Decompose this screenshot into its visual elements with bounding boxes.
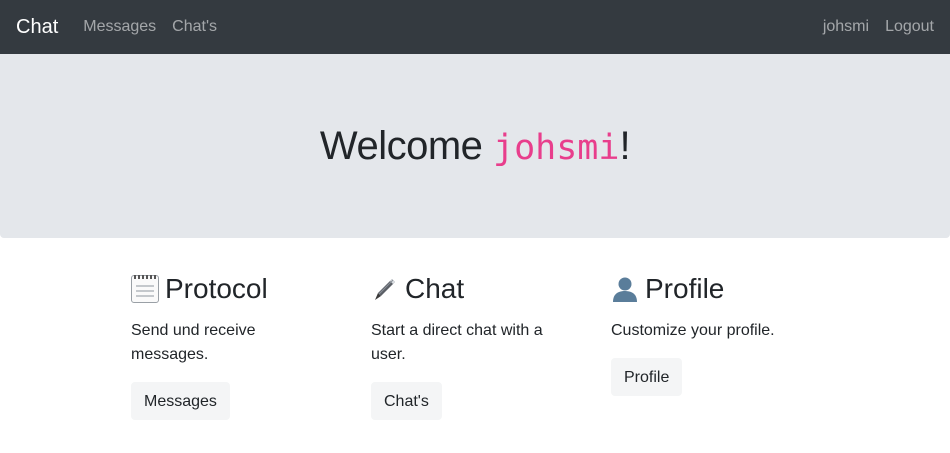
pen-icon <box>371 275 399 303</box>
card-title: Chat <box>371 271 611 307</box>
welcome-prefix: Welcome <box>319 123 494 168</box>
navbar: Chat Messages Chat's johsmi Logout <box>0 0 950 54</box>
card-title: Profile <box>611 271 851 307</box>
card-chat: Chat Start a direct chat with a user. Ch… <box>371 271 611 420</box>
notepad-icon <box>131 275 159 303</box>
card-profile: Profile Customize your profile. Profile <box>611 271 851 420</box>
profile-button[interactable]: Profile <box>611 358 683 396</box>
nav-right: johsmi Logout <box>807 18 934 36</box>
card-title-text: Protocol <box>165 273 268 304</box>
brand-link[interactable]: Chat <box>16 16 58 39</box>
card-protocol: Protocol Send und receive messages. Mess… <box>131 271 371 420</box>
welcome-banner: Welcome johsmi! <box>0 54 950 238</box>
nav-link-messages[interactable]: Messages <box>83 18 156 36</box>
nav-link-user[interactable]: johsmi <box>823 18 869 36</box>
feature-cards: Protocol Send und receive messages. Mess… <box>0 238 950 420</box>
welcome-suffix: ! <box>619 123 631 168</box>
nav-link-chats[interactable]: Chat's <box>172 18 217 36</box>
card-text: Start a direct chat with a user. <box>371 322 543 363</box>
card-text: Send und receive messages. <box>131 322 256 363</box>
chats-button[interactable]: Chat's <box>371 382 442 420</box>
card-text: Customize your profile. <box>611 322 775 339</box>
messages-button[interactable]: Messages <box>131 382 230 420</box>
welcome-username: johsmi <box>493 127 620 168</box>
person-icon <box>611 275 639 303</box>
welcome-heading: Welcome johsmi! <box>319 123 631 169</box>
card-title: Protocol <box>131 271 371 307</box>
card-title-text: Chat <box>405 273 465 304</box>
nav-left: Chat Messages Chat's <box>16 16 233 39</box>
card-title-text: Profile <box>645 273 725 304</box>
nav-link-logout[interactable]: Logout <box>885 18 934 36</box>
